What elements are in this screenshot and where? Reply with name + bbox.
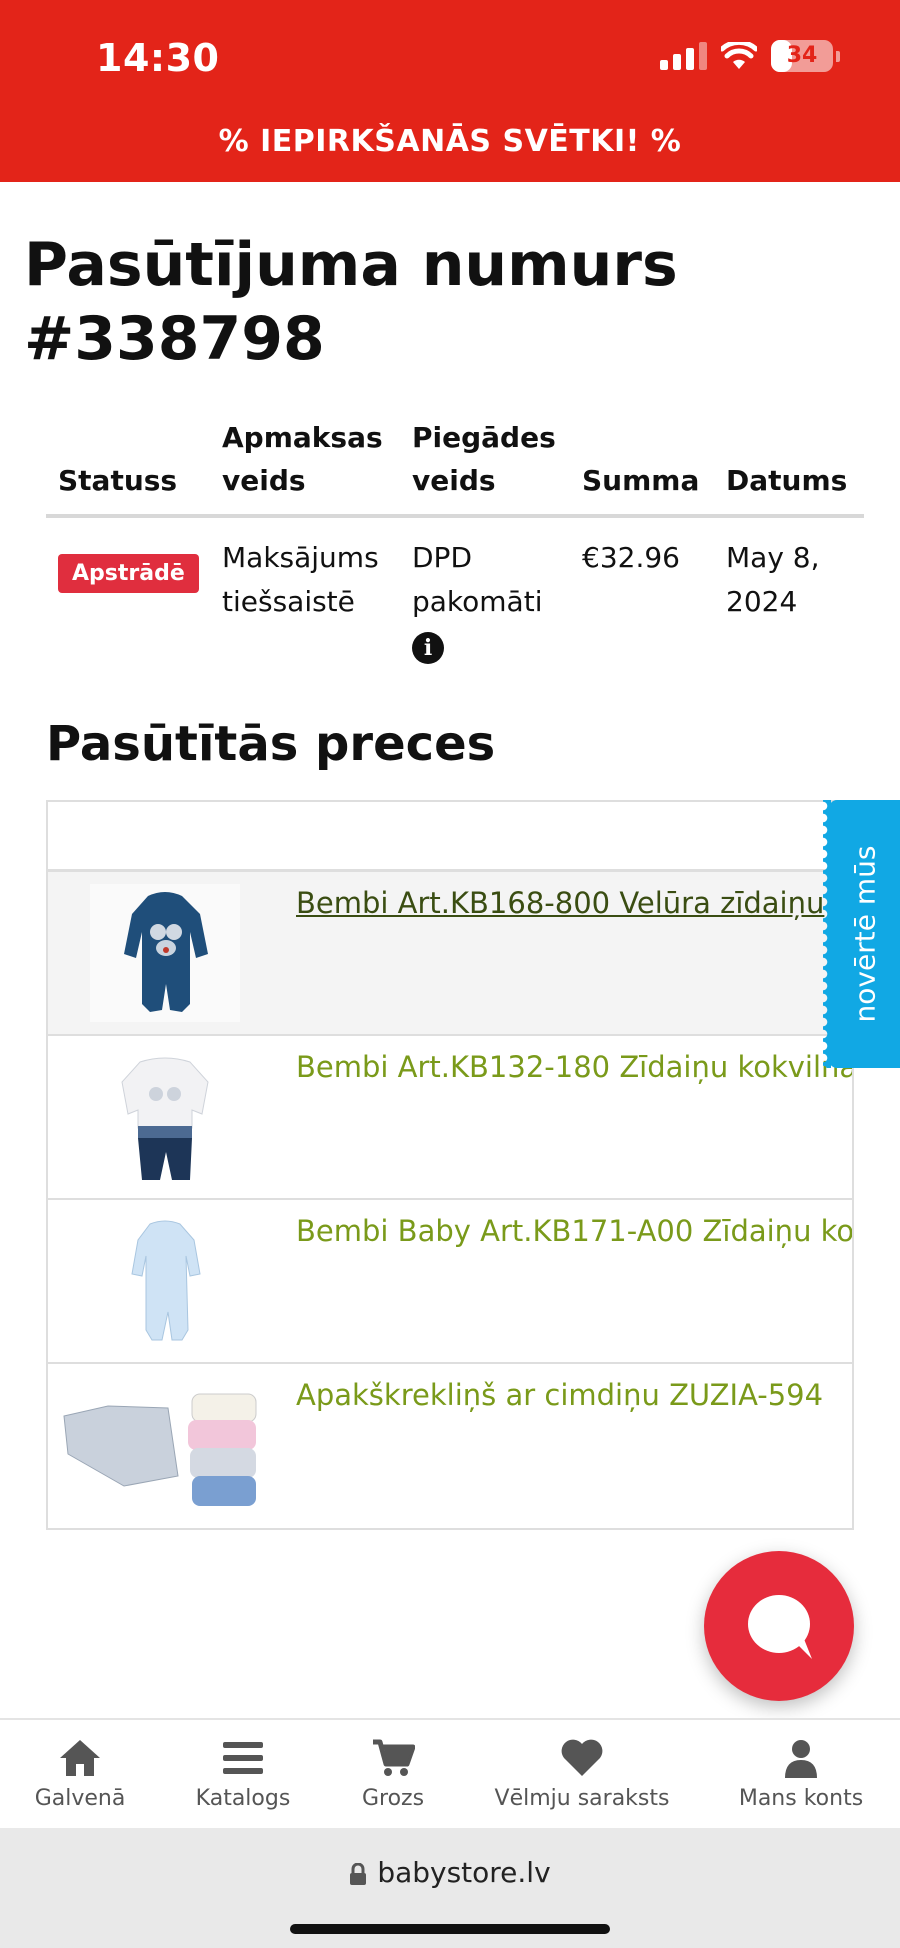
home-indicator[interactable] xyxy=(290,1924,610,1934)
nav-catalog[interactable]: Katalogs xyxy=(188,1738,298,1811)
delivery-method: DPD pakomāti i xyxy=(412,536,542,668)
heart-icon xyxy=(561,1739,603,1776)
user-icon xyxy=(785,1740,817,1778)
top-bar: 14:30 34 % IEPIRKŠANĀS SVĒTKI! % xyxy=(0,0,900,182)
menu-icon xyxy=(223,1742,263,1774)
chat-button[interactable] xyxy=(704,1551,854,1701)
product-image[interactable] xyxy=(90,884,240,1022)
review-us-label: novērtē mūs xyxy=(848,845,881,1023)
products-table-header xyxy=(48,802,852,872)
info-icon[interactable]: i xyxy=(412,632,444,664)
product-link[interactable]: Bembi Art.KB168-800 Velūra zīdaiņu xyxy=(296,886,824,920)
order-row: Apstrādē Maksājums tiešsaistē DPD pakomā… xyxy=(46,518,864,688)
page-title: Pasūtījuma numurs #338798 xyxy=(24,230,678,374)
url-text: babystore.lv xyxy=(377,1856,551,1889)
nav-wishlist[interactable]: Vēlmju saraksts xyxy=(492,1738,672,1811)
status-badge: Apstrādē xyxy=(58,554,199,593)
review-us-tab[interactable]: novērtē mūs xyxy=(823,800,900,1068)
product-link[interactable]: Apakškrekliņš ar cimdiņu ZUZIA-594 xyxy=(296,1378,823,1412)
browser-bar: babystore.lv xyxy=(0,1828,900,1948)
header-payment: Apmaksas veids xyxy=(222,421,383,497)
product-image[interactable] xyxy=(90,1212,240,1350)
address-bar[interactable]: babystore.lv xyxy=(0,1856,900,1889)
nav-account[interactable]: Mans konts xyxy=(736,1738,866,1811)
wifi-icon xyxy=(721,42,757,70)
product-row[interactable]: Apakškrekliņš ar cimdiņu ZUZIA-594 xyxy=(48,1364,852,1528)
ordered-products-table: Bembi Art.KB168-800 Velūra zīdaiņu Bembi… xyxy=(46,800,854,1530)
header-sum: Summa xyxy=(582,464,700,497)
cart-icon xyxy=(373,1739,415,1776)
product-row[interactable]: Bembi Baby Art.KB171-A00 Zīdaiņu ko xyxy=(48,1200,852,1364)
battery-level: 34 xyxy=(786,43,818,68)
chat-bubble-icon xyxy=(748,1595,810,1653)
product-link[interactable]: Bembi Baby Art.KB171-A00 Zīdaiņu ko xyxy=(296,1214,852,1248)
header-delivery: Piegādes veids xyxy=(412,421,556,497)
order-date: May 8, 2024 xyxy=(726,541,820,618)
product-image[interactable] xyxy=(58,1376,278,1514)
battery-icon: 34 xyxy=(771,40,833,72)
product-image[interactable] xyxy=(90,1048,240,1186)
product-link[interactable]: Bembi Art.KB132-180 Zīdaiņu kokvilna xyxy=(296,1050,852,1084)
order-table-header: Statuss Apmaksas veids Piegādes veids Su… xyxy=(46,418,864,518)
status-time: 14:30 xyxy=(96,36,220,80)
bottom-navigation: Galvenā Katalogs Grozs Vēlmju saraksts M… xyxy=(0,1718,900,1828)
header-status: Statuss xyxy=(58,464,178,497)
cellular-signal-icon xyxy=(660,42,707,70)
payment-method: Maksājums tiešsaistē xyxy=(222,541,379,618)
promo-banner[interactable]: % IEPIRKŠANĀS SVĒTKI! % xyxy=(0,124,900,159)
ordered-items-title: Pasūtītās preces xyxy=(46,716,496,772)
status-icons: 34 xyxy=(660,40,840,72)
header-date: Datums xyxy=(726,464,848,497)
lock-icon xyxy=(350,1863,367,1885)
product-row[interactable]: Bembi Art.KB168-800 Velūra zīdaiņu xyxy=(48,872,852,1036)
home-icon xyxy=(60,1740,100,1776)
nav-cart[interactable]: Grozs xyxy=(348,1738,438,1811)
product-row[interactable]: Bembi Art.KB132-180 Zīdaiņu kokvilna xyxy=(48,1036,852,1200)
order-sum: €32.96 xyxy=(582,541,680,574)
order-summary-table: Statuss Apmaksas veids Piegādes veids Su… xyxy=(46,418,864,688)
nav-home[interactable]: Galvenā xyxy=(30,1738,130,1811)
